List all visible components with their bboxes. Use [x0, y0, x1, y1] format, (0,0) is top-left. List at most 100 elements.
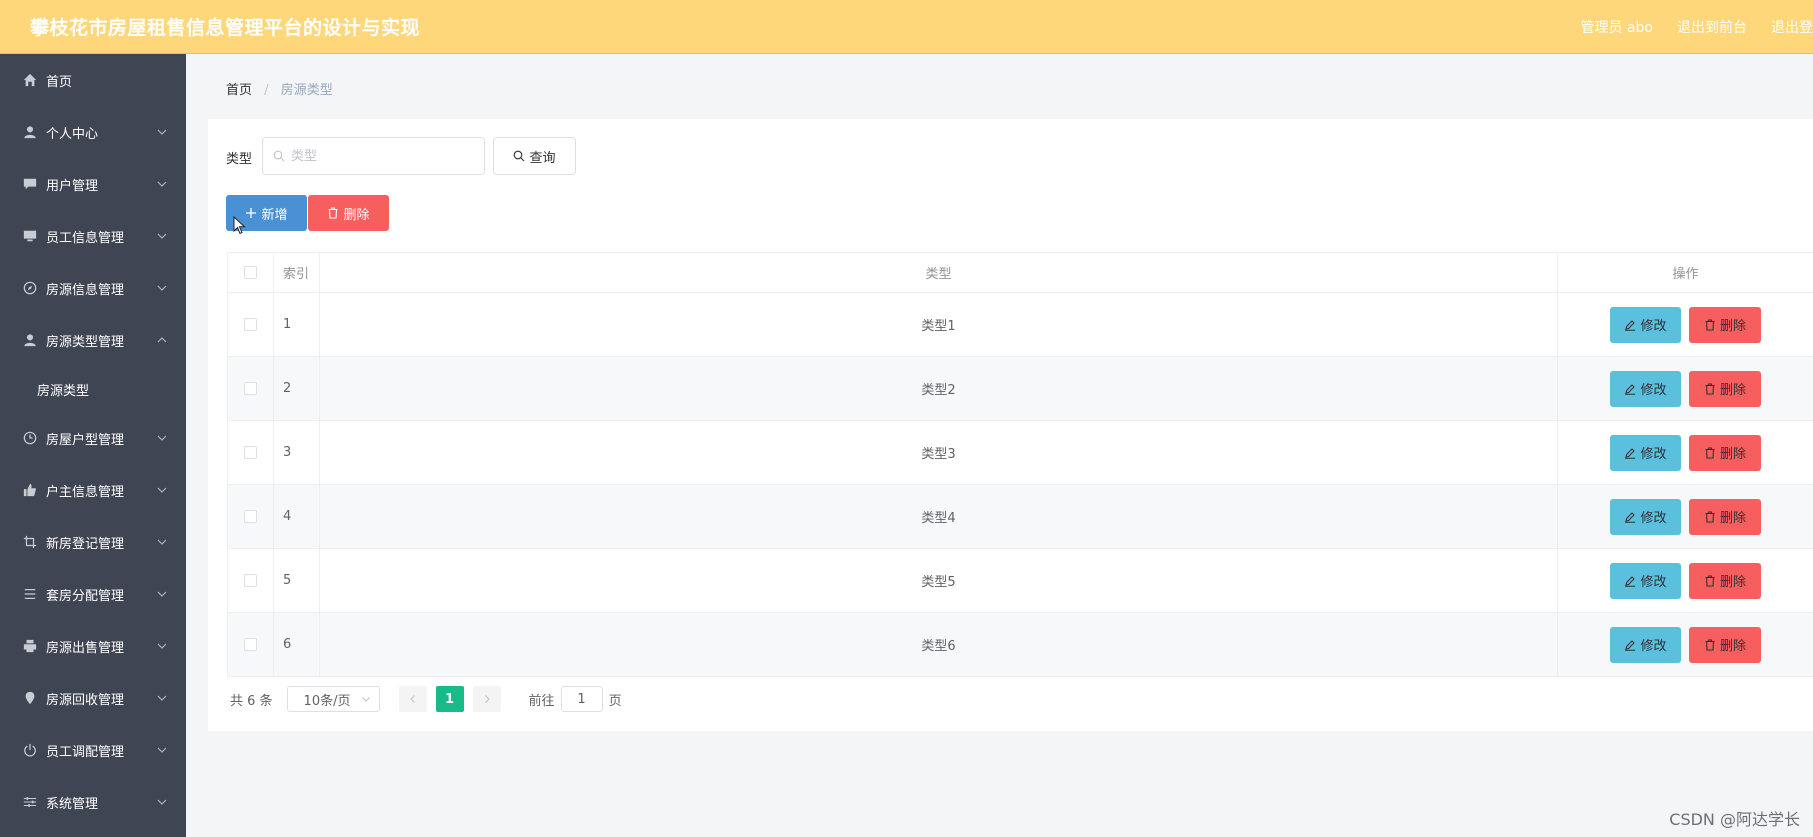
row-actions: 修改 删除 — [1610, 370, 1761, 407]
chevron-down-icon — [156, 178, 168, 190]
sidebar-item-house-info[interactable]: 房源信息管理 — [0, 262, 186, 314]
breadcrumb-current: 房源类型 — [280, 83, 333, 98]
trash-icon — [1705, 446, 1715, 459]
sidebar-item-label: 新房登记管理 — [46, 536, 125, 552]
breadcrumb-home[interactable]: 首页 — [226, 83, 252, 98]
row-actions: 修改 删除 — [1610, 434, 1761, 471]
table-row: 1 类型1 修改 删除 — [227, 293, 1813, 357]
sidebar-item-label: 首页 — [46, 74, 73, 90]
chevron-down-icon — [156, 484, 168, 496]
chevron-down-icon — [156, 744, 168, 756]
edit-button[interactable]: 修改 — [1610, 498, 1681, 535]
sidebar-item-house-sale[interactable]: 房源出售管理 — [0, 620, 186, 672]
chevron-down-icon — [156, 126, 168, 138]
sidebar-subitem-house-type[interactable]: 房源类型 — [0, 366, 186, 412]
next-page-button[interactable] — [472, 686, 501, 712]
sidebar-item-system-management[interactable]: 系统管理 — [0, 776, 186, 828]
row-delete-button-label: 删除 — [1719, 575, 1746, 590]
sidebar-item-new-house-registration[interactable]: 新房登记管理 — [0, 516, 186, 568]
sidebar-item-label: 套房分配管理 — [46, 588, 125, 604]
query-button-label: 查询 — [529, 150, 556, 166]
edit-icon — [1625, 447, 1636, 459]
column-header-type: 类型 — [320, 253, 1558, 292]
row-delete-button-label: 删除 — [1719, 511, 1746, 526]
prev-page-button[interactable] — [398, 686, 427, 712]
plus-icon — [246, 208, 257, 218]
edit-button[interactable]: 修改 — [1610, 306, 1681, 343]
column-header-actions: 操作 — [1672, 267, 1699, 282]
sidebar-item-personal-center[interactable]: 个人中心 — [0, 106, 186, 158]
table-body: 1 类型1 修改 删除 2 类型2 修改 删除 3 类型3 修改 删除 4 类型4 修改 删除 5 类型5 修改 删除… — [227, 293, 1813, 677]
search-input-wrapper[interactable] — [262, 137, 485, 175]
sidebar-item-label: 用户管理 — [46, 178, 99, 194]
cell-index: 4 — [274, 485, 320, 548]
comment-icon — [22, 176, 38, 192]
sidebar-item-user-management[interactable]: 用户管理 — [0, 158, 186, 210]
logout-link[interactable]: 退出登 — [1771, 17, 1813, 37]
header-actions: 管理员 abo 退出到前台 退出登 — [1581, 0, 1813, 54]
goto-suffix: 页 — [608, 693, 622, 709]
edit-icon — [1625, 639, 1636, 651]
sidebar-item-suite-allocation[interactable]: 套房分配管理 — [0, 568, 186, 620]
sidebar-item-owner-info[interactable]: 户主信息管理 — [0, 464, 186, 516]
edit-icon — [1625, 575, 1636, 587]
table-header: 索引 类型 操作 — [227, 253, 1813, 293]
exit-to-front-link[interactable]: 退出到前台 — [1677, 17, 1747, 37]
sidebar-item-house-layout[interactable]: 房屋户型管理 — [0, 412, 186, 464]
sidebar-item-label: 房源回收管理 — [46, 692, 125, 708]
sidebar-item-label: 房屋户型管理 — [46, 432, 125, 448]
row-delete-button-label: 删除 — [1719, 383, 1746, 398]
batch-delete-button[interactable]: 删除 — [308, 195, 389, 231]
row-checkbox[interactable] — [244, 318, 257, 331]
row-delete-button[interactable]: 删除 — [1689, 626, 1761, 663]
row-delete-button[interactable]: 删除 — [1689, 370, 1761, 407]
row-delete-button[interactable]: 删除 — [1689, 562, 1761, 599]
row-delete-button[interactable]: 删除 — [1689, 434, 1761, 471]
row-actions: 修改 删除 — [1610, 562, 1761, 599]
edit-button[interactable]: 修改 — [1610, 370, 1681, 407]
top-header: 攀枝花市房屋租售信息管理平台的设计与实现 管理员 abo 退出到前台 退出登 — [0, 0, 1813, 54]
app-title: 攀枝花市房屋租售信息管理平台的设计与实现 — [30, 17, 421, 39]
page-size-select[interactable]: 10条/页 — [286, 686, 380, 712]
mouse-cursor-icon — [233, 216, 246, 235]
column-header-index: 索引 — [274, 253, 320, 292]
goto-page-input[interactable] — [560, 686, 603, 712]
row-checkbox[interactable] — [244, 638, 257, 651]
row-checkbox[interactable] — [244, 510, 257, 523]
sidebar-item-employee-info[interactable]: 员工信息管理 — [0, 210, 186, 262]
edit-button[interactable]: 修改 — [1610, 434, 1681, 471]
edit-icon — [1625, 511, 1636, 523]
edit-icon — [1625, 319, 1636, 331]
row-checkbox[interactable] — [244, 446, 257, 459]
type-search-input[interactable] — [291, 148, 471, 164]
sidebar-item-home[interactable]: 首页 — [0, 54, 186, 106]
chevron-down-icon — [156, 536, 168, 548]
row-checkbox[interactable] — [244, 382, 257, 395]
trash-icon — [1705, 638, 1715, 651]
row-checkbox[interactable] — [244, 574, 257, 587]
page-number-current[interactable]: 1 — [435, 686, 464, 712]
sidebar-item-employee-transfer[interactable]: 员工调配管理 — [0, 724, 186, 776]
sidebar-item-label: 户主信息管理 — [46, 484, 125, 500]
search-label: 类型 — [226, 152, 253, 167]
query-button[interactable]: 查询 — [493, 137, 576, 175]
cell-index: 6 — [274, 613, 320, 676]
sidebar-item-label: 房源信息管理 — [46, 282, 125, 298]
watermark: CSDN @阿达学长 — [1669, 810, 1800, 829]
edit-button[interactable]: 修改 — [1610, 562, 1681, 599]
goto-prefix: 前往 — [528, 693, 555, 709]
select-all-checkbox[interactable] — [244, 266, 257, 279]
clock-icon — [22, 430, 38, 446]
compass-icon — [22, 280, 38, 296]
search-icon — [273, 150, 285, 162]
edit-button[interactable]: 修改 — [1610, 626, 1681, 663]
sidebar-item-house-type-management[interactable]: 房源类型管理 — [0, 314, 186, 366]
row-delete-button[interactable]: 删除 — [1689, 306, 1761, 343]
edit-icon — [1625, 383, 1636, 395]
row-delete-button[interactable]: 删除 — [1689, 498, 1761, 535]
trash-icon — [1705, 382, 1715, 395]
batch-delete-button-label: 删除 — [343, 207, 370, 223]
sidebar-item-house-recovery[interactable]: 房源回收管理 — [0, 672, 186, 724]
breadcrumb: 首页 / 房源类型 — [226, 79, 333, 98]
chevron-left-icon — [409, 695, 415, 703]
